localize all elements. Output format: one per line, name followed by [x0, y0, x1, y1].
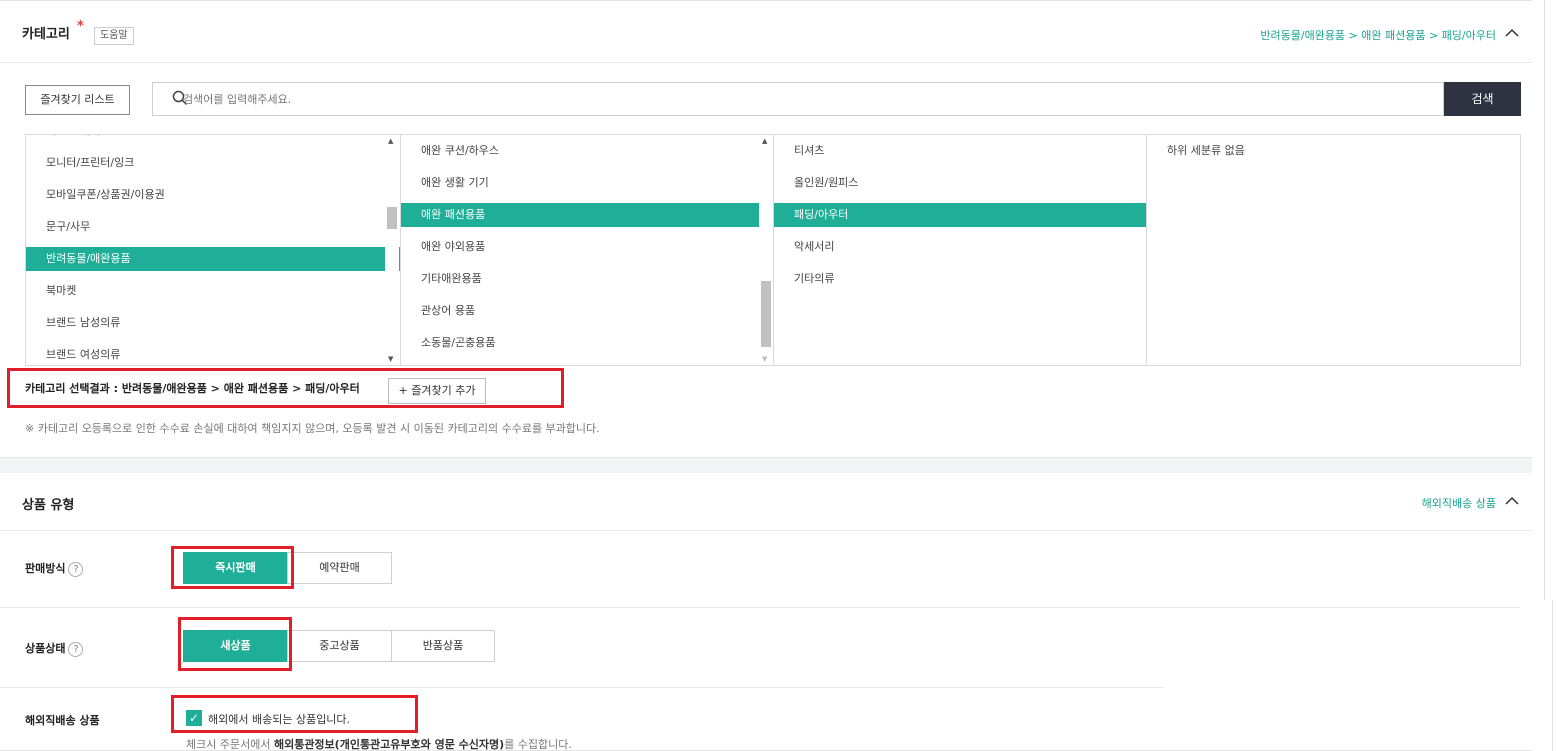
category-item[interactable]: 문구/사무 — [26, 211, 400, 243]
category-header: 카테고리 * 도움말 반려동물/애완용품 > 애완 패션용품 > 패딩/아우터 — [0, 1, 1532, 63]
scrollbar-track — [1544, 0, 1545, 600]
search-input[interactable] — [183, 93, 583, 106]
highlight-box — [171, 695, 418, 733]
category-item[interactable]: 캐시·펀·공구 — [26, 135, 400, 147]
category-item[interactable]: 모바일쿠폰/상품권/이용권 — [26, 179, 400, 211]
category-column-4: 하위 세분류 없음 — [1147, 135, 1520, 365]
category-item-selected[interactable]: 애완 패션용품 — [401, 203, 773, 227]
scroll-down-icon[interactable]: ▼ — [388, 355, 393, 363]
required-mark: * — [77, 19, 84, 34]
category-column-3: 티셔츠 올인원/원피스패딩/아우터악세서리 기타의류 — [774, 135, 1147, 365]
category-column-2: 애완 쿠션/하우스 애완 생활 기기애완 패션용품애완 야외용품 기타애완용품 관상어… — [401, 135, 774, 365]
category-item[interactable]: 북마켓 — [26, 275, 400, 307]
category-column-1: 캐시·펀·공구모니터/프린터/잉크모바일쿠폰/상품권/이용권문구/사무반려동물/… — [26, 135, 401, 365]
highlight-box — [171, 546, 294, 589]
overseas-desc-prefix: 체크시 주문서에서 — [186, 738, 274, 751]
category-grid: 캐시·펀·공구모니터/프린터/잉크모바일쿠폰/상품권/이용권문구/사무반려동물/… — [25, 134, 1521, 366]
highlight-box — [178, 617, 292, 671]
overseas-shipping-link[interactable]: 해외직배송 상품 — [1422, 495, 1496, 511]
category-item[interactable]: 올인원/원피스 — [774, 167, 1146, 199]
scroll-thumb[interactable] — [761, 281, 771, 347]
category-item[interactable]: 악세서리 — [774, 231, 1146, 263]
product-type-header: 상품 유형 해외직배송 상품 — [0, 473, 1532, 531]
search-button[interactable]: 검색 — [1444, 82, 1521, 116]
help-icon[interactable]: ? — [68, 562, 84, 577]
help-icon[interactable]: ? — [68, 642, 84, 657]
category-item[interactable]: 모니터/프린터/잉크 — [26, 147, 400, 179]
scroll-thumb[interactable] — [387, 207, 397, 229]
category-item[interactable]: 애완 쿠션/하우스 — [401, 135, 773, 167]
page-scrollbar[interactable] — [1532, 0, 1557, 751]
chevron-up-icon[interactable] — [1504, 27, 1520, 41]
category-title: 카테고리 — [22, 27, 70, 42]
overseas-label: 해외직배송 상품 — [25, 714, 100, 727]
category-item[interactable]: 브랜드 남성의류 — [26, 307, 400, 339]
overseas-description: 체크시 주문서에서 해외통관정보(개인통관고유부호와 영문 수신자명)를 수집합… — [186, 736, 572, 751]
chevron-up-icon[interactable] — [1504, 495, 1520, 509]
category-item-selected[interactable]: 패딩/아우터 — [774, 203, 1146, 227]
column-2-scrollbar[interactable]: ▲ ▼ — [759, 135, 773, 365]
category-item[interactable]: 하위 세분류 없음 — [1147, 135, 1520, 167]
category-item[interactable]: 티셔츠 — [774, 135, 1146, 167]
overseas-desc-bold: 해외통관정보(개인통관고유부호와 영문 수신자명) — [273, 738, 505, 751]
category-item[interactable]: 기타애완용품 — [401, 263, 773, 295]
product-type-title: 상품 유형 — [22, 498, 75, 513]
sale-method-reserve[interactable]: 예약판매 — [287, 552, 392, 584]
category-item[interactable]: 애완 생활 기기 — [401, 167, 773, 199]
divider — [0, 687, 1163, 688]
category-item[interactable]: 소동물/곤충용품 — [401, 327, 773, 359]
category-panel: 카테고리 * 도움말 반려동물/애완용품 > 애완 패션용품 > 패딩/아우터 … — [0, 0, 1532, 458]
condition-returned[interactable]: 반품상품 — [391, 630, 495, 662]
sale-method-label-text: 판매방식 — [25, 562, 66, 575]
category-notice: ※ 카테고리 오등록으로 인한 수수료 손실에 대하여 책임지지 않으며, 오등… — [25, 422, 600, 435]
scroll-up-icon[interactable]: ▲ — [388, 137, 393, 145]
condition-label: 상품상태? — [25, 640, 84, 657]
scrollbar-track — [1552, 600, 1553, 751]
sale-method-label: 판매방식? — [25, 560, 84, 577]
category-item-selected[interactable]: 반려동물/애완용품 — [26, 247, 400, 271]
scroll-up-icon[interactable]: ▲ — [762, 137, 767, 145]
highlight-box — [7, 368, 564, 408]
category-breadcrumb: 반려동물/애완용품 > 애완 패션용품 > 패딩/아우터 — [1260, 29, 1496, 42]
category-item[interactable]: 애완 야외용품 — [401, 231, 773, 263]
category-item[interactable]: 관상어 용품 — [401, 295, 773, 327]
condition-used[interactable]: 중고상품 — [287, 630, 392, 662]
condition-label-text: 상품상태 — [25, 642, 66, 655]
category-item[interactable]: 브랜드 여성의류 — [26, 339, 400, 365]
scroll-down-icon[interactable]: ▼ — [762, 355, 767, 363]
favorites-list-button[interactable]: 즐겨찾기 리스트 — [25, 85, 130, 115]
column-1-scrollbar[interactable]: ▲ ▼ — [385, 135, 399, 365]
divider — [0, 607, 1520, 608]
overseas-desc-suffix: 를 수집합니다. — [504, 738, 572, 751]
category-item[interactable]: 기타의류 — [774, 263, 1146, 295]
help-button[interactable]: 도움말 — [94, 27, 134, 45]
